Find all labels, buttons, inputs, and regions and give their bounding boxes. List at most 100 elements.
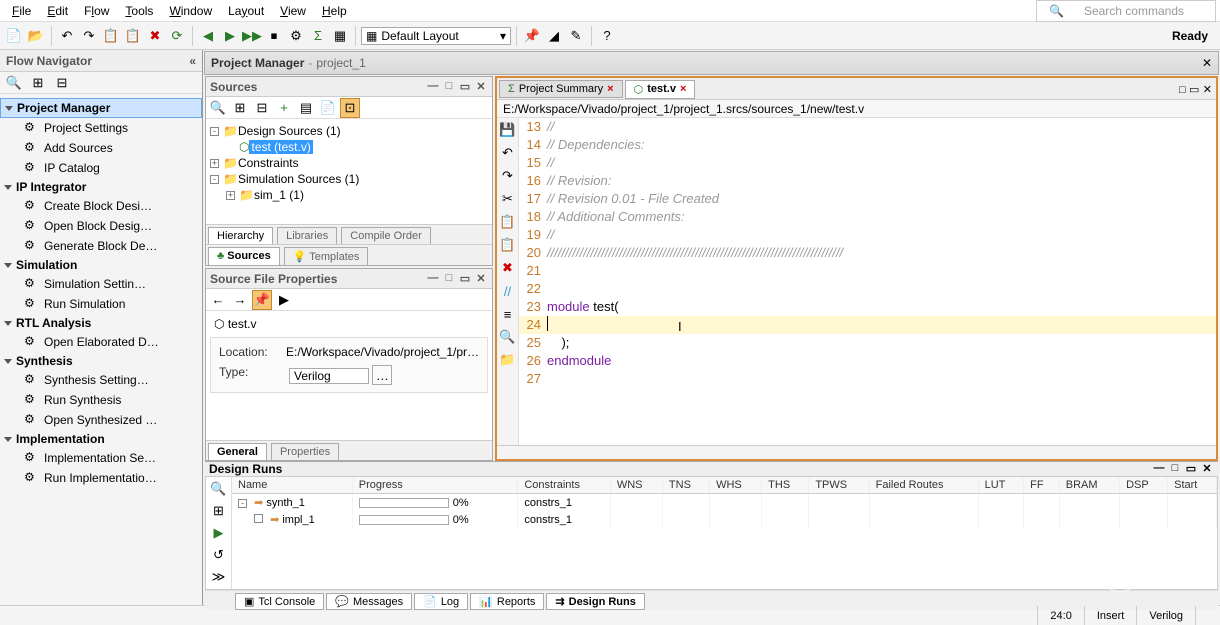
fn-section-rtl-analysis[interactable]: RTL Analysis [0, 314, 202, 332]
dr-minimize-icon[interactable]: — [1152, 462, 1166, 476]
dr-col-whs[interactable]: WHS [710, 477, 762, 494]
tab-properties[interactable]: Properties [271, 443, 339, 460]
menu-window[interactable]: Window [161, 2, 220, 20]
fn-item[interactable]: ⚙Project Settings [0, 118, 202, 138]
src-show-button[interactable]: 📄 [318, 98, 338, 118]
dr-search-icon[interactable]: 🔍 [209, 479, 229, 499]
run-step-button[interactable]: ▶▶ [242, 26, 262, 46]
paste-icon[interactable]: 📋 [498, 235, 518, 255]
fn-item[interactable]: ⚙Generate Block De… [0, 236, 202, 256]
open-button[interactable]: 📂 [26, 26, 46, 46]
minimize-icon[interactable]: — [426, 80, 440, 94]
save-icon[interactable]: 💾 [498, 120, 518, 140]
type-browse-button[interactable]: … [372, 365, 392, 385]
source-tree-node[interactable]: +📁 sim_1 (1) [210, 187, 488, 203]
indent-icon[interactable]: ≡ [498, 304, 518, 324]
fn-expand-button[interactable]: ⊞ [28, 73, 48, 93]
tab-libraries[interactable]: Libraries [277, 227, 337, 244]
fn-search-button[interactable]: 🔍 [4, 73, 24, 93]
tab-design-runs[interactable]: ⇉ Design Runs [546, 593, 644, 610]
new-project-button[interactable]: 📄 [4, 26, 24, 46]
props-restore-icon[interactable]: □ [442, 272, 456, 286]
src-collapse-button[interactable]: ⊟ [252, 98, 272, 118]
tab-tcl-console[interactable]: ▣ Tcl Console [235, 593, 324, 610]
tab-test-v[interactable]: ⬡test.v× [625, 80, 696, 99]
help-button[interactable]: ? [597, 26, 617, 46]
design-run-row[interactable]: - ➡ synth_10%constrs_1 [232, 494, 1217, 512]
dr-col-constraints[interactable]: Constraints [518, 477, 610, 494]
refresh-button[interactable]: ⟳ [167, 26, 187, 46]
fn-section-simulation[interactable]: Simulation [0, 256, 202, 274]
ed-maximize-icon[interactable]: ▭ [1189, 84, 1199, 96]
collapse-button[interactable]: « [189, 54, 196, 68]
editor-text-area[interactable]: 13//14// Dependencies:15//16// Revision:… [519, 118, 1216, 445]
run-button[interactable]: ▶ [220, 26, 240, 46]
layout-combo[interactable]: ▦ Default Layout ▾ [361, 27, 511, 45]
src-filter-button[interactable]: ▤ [296, 98, 316, 118]
fn-item[interactable]: ⚙Open Synthesized … [0, 410, 202, 430]
props-minimize-icon[interactable]: — [426, 272, 440, 286]
fn-item[interactable]: ⚙Simulation Settin… [0, 274, 202, 294]
menu-tools[interactable]: Tools [117, 2, 161, 20]
fn-item[interactable]: ⚙IP Catalog [0, 158, 202, 178]
dr-col-dsp[interactable]: DSP [1120, 477, 1168, 494]
copy-icon[interactable]: 📋 [498, 212, 518, 232]
redo-button[interactable]: ↷ [79, 26, 99, 46]
dr-col-failed-routes[interactable]: Failed Routes [869, 477, 978, 494]
dr-col-ths[interactable]: THS [762, 477, 809, 494]
dr-col-name[interactable]: Name [232, 477, 352, 494]
fn-item[interactable]: ⚙Run Simulation [0, 294, 202, 314]
props-close-icon[interactable]: ✕ [474, 272, 488, 286]
maximize-icon[interactable]: ▭ [458, 80, 472, 94]
chip-button[interactable]: ▦ [330, 26, 350, 46]
design-run-row[interactable]: ➡ impl_10%constrs_1 [232, 511, 1217, 528]
fn-item[interactable]: ⚙Open Elaborated D… [0, 332, 202, 352]
dr-col-progress[interactable]: Progress [352, 477, 518, 494]
comment-icon[interactable]: // [498, 281, 518, 301]
src-add-button[interactable]: + [274, 98, 294, 118]
dr-expand-icon[interactable]: ⊞ [209, 501, 229, 521]
close-tab-icon[interactable]: × [607, 83, 613, 95]
sigma-button[interactable]: Σ [308, 26, 328, 46]
dr-col-start[interactable]: Start [1168, 477, 1217, 494]
copy-button[interactable]: 📋 [101, 26, 121, 46]
search-commands-input[interactable]: 🔍 Search commands [1036, 0, 1216, 22]
source-tree-node[interactable]: -📁 Design Sources (1) [210, 123, 488, 139]
source-tree-node[interactable]: +📁 Constraints [210, 155, 488, 171]
delete-icon[interactable]: ✖ [498, 258, 518, 278]
redo-icon[interactable]: ↷ [498, 166, 518, 186]
find-icon[interactable]: 🔍 [498, 327, 518, 347]
tab-templates[interactable]: 💡 Templates [284, 247, 369, 265]
props-back-button[interactable]: ← [208, 290, 228, 310]
src-search-button[interactable]: 🔍 [208, 98, 228, 118]
dr-restore-icon[interactable]: □ [1168, 462, 1182, 476]
fn-item[interactable]: ⚙Create Block Desi… [0, 196, 202, 216]
paste-button[interactable]: 📋 [123, 26, 143, 46]
ed-close-icon[interactable]: ✕ [1203, 84, 1212, 96]
fn-item[interactable]: ⚙Open Block Desig… [0, 216, 202, 236]
menu-flow[interactable]: Flow [76, 2, 117, 20]
menu-view[interactable]: View [272, 2, 314, 20]
fn-section-ip-integrator[interactable]: IP Integrator [0, 178, 202, 196]
dr-run-icon[interactable]: ▶ [209, 523, 229, 543]
fn-section-project-manager[interactable]: Project Manager [0, 98, 202, 118]
type-combo[interactable]: Verilog [289, 368, 369, 384]
dr-col-tns[interactable]: TNS [662, 477, 709, 494]
dr-close-icon[interactable]: ✕ [1200, 462, 1214, 476]
dr-col-tpws[interactable]: TPWS [809, 477, 869, 494]
undo-button[interactable]: ↶ [57, 26, 77, 46]
menu-file[interactable]: FFileile [4, 2, 39, 20]
tab-messages[interactable]: 💬 Messages [326, 593, 412, 610]
dr-col-wns[interactable]: WNS [610, 477, 662, 494]
menu-layout[interactable]: Layout [220, 2, 272, 20]
fn-item[interactable]: ⚙Run Synthesis [0, 390, 202, 410]
dr-maximize-icon[interactable]: ▭ [1184, 462, 1198, 476]
editor-hscroll[interactable] [497, 445, 1216, 459]
fn-collapse-button[interactable]: ⊟ [52, 73, 72, 93]
tab-compile-order[interactable]: Compile Order [341, 227, 431, 244]
dr-reset-icon[interactable]: ↺ [209, 545, 229, 565]
props-maximize-icon[interactable]: ▭ [458, 272, 472, 286]
wand-button[interactable]: ✎ [566, 26, 586, 46]
dr-col-bram[interactable]: BRAM [1059, 477, 1119, 494]
fn-item[interactable]: ⚙Add Sources [0, 138, 202, 158]
